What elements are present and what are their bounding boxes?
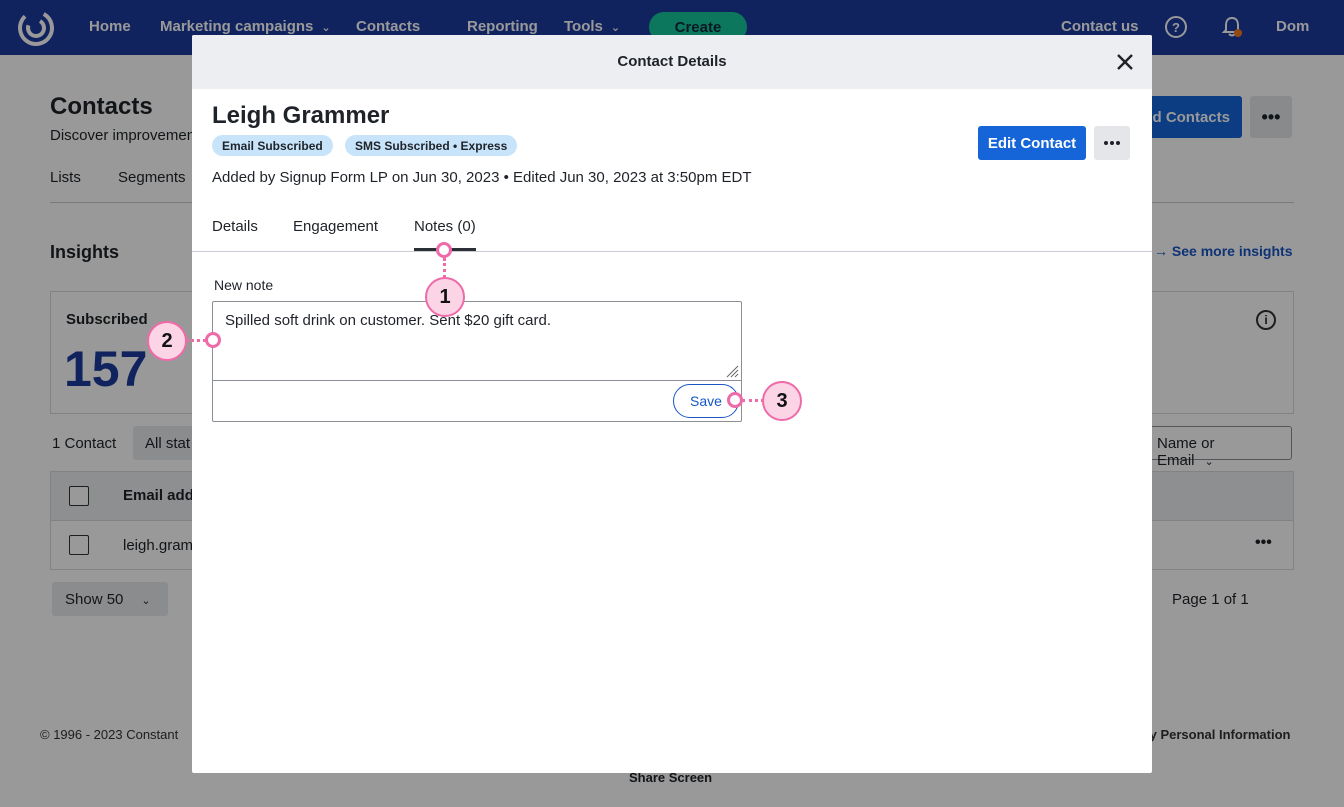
edit-contact-button[interactable]: Edit Contact [978,126,1086,160]
callout-marker-2 [205,332,221,348]
callout-connector [443,258,446,278]
contact-details-modal: Contact Details Leigh Grammer Email Subs… [192,35,1152,773]
new-note-editor: Spilled soft drink on customer. Sent $20… [212,301,742,422]
status-badge-sms: SMS Subscribed • Express [345,135,518,156]
callout-badge-3: 3 [762,381,802,421]
more-options-button[interactable] [1094,126,1130,160]
new-note-label: New note [214,277,274,293]
tabs-divider [192,251,1152,252]
callout-marker-1 [436,242,452,258]
close-icon[interactable] [1114,51,1136,73]
tab-notes[interactable]: Notes (0) [414,218,476,235]
status-badge-email: Email Subscribed [212,135,333,156]
contact-meta: Added by Signup Form LP on Jun 30, 2023 … [212,169,752,186]
resize-handle-icon[interactable] [725,364,739,378]
note-editor-divider [213,380,741,381]
more-horizontal-icon [1104,141,1120,145]
callout-connector [186,339,206,342]
tab-details[interactable]: Details [212,218,258,235]
callout-marker-3 [727,392,743,408]
callout-connector [742,399,764,402]
contact-name: Leigh Grammer [212,102,390,129]
tab-engagement[interactable]: Engagement [293,218,378,235]
callout-badge-2: 2 [147,321,187,361]
callout-badge-1: 1 [425,277,465,317]
modal-title: Contact Details [617,53,727,70]
new-note-textarea[interactable]: Spilled soft drink on customer. Sent $20… [225,312,725,372]
